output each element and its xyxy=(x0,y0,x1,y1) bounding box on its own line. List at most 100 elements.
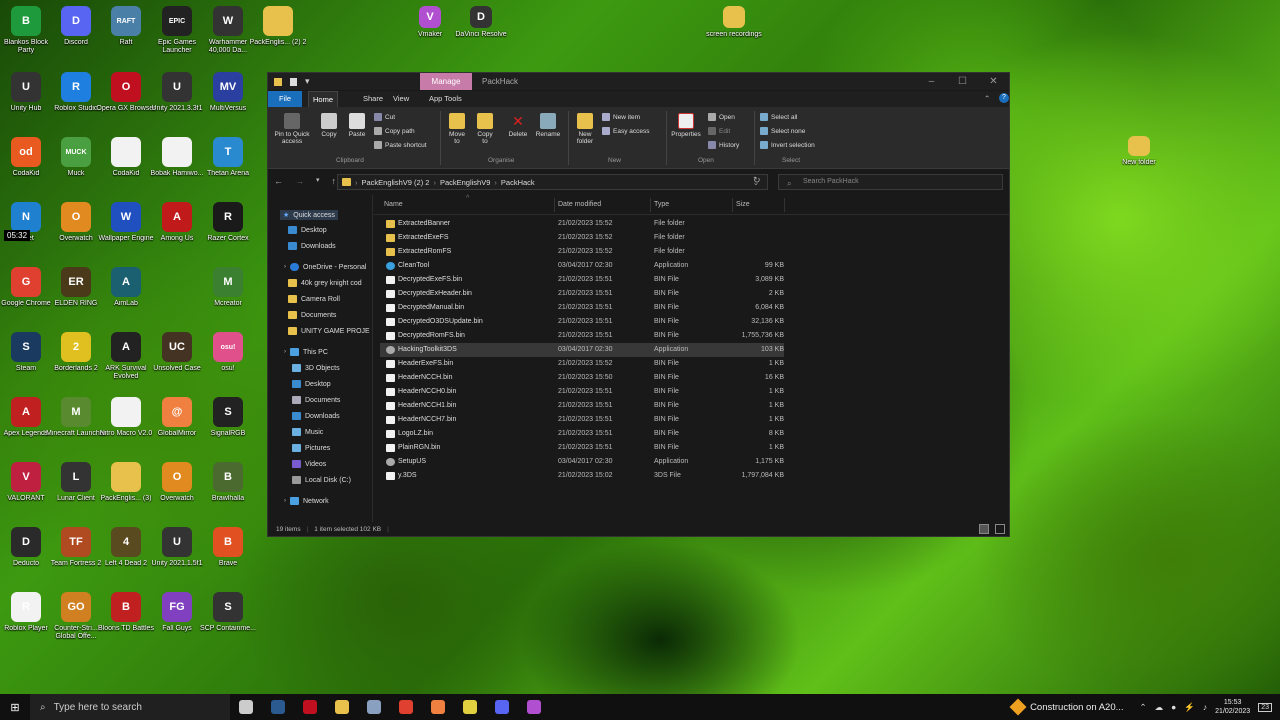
nav-item-desktop[interactable]: Desktop xyxy=(288,226,327,234)
file-row[interactable]: ExtractedExeFS 21/02/2023 15:52 File folde… xyxy=(380,231,784,245)
desktop-icon[interactable]: osu! osu! xyxy=(199,332,257,396)
desktop-icon[interactable]: U Unity 2021.3.3f1 xyxy=(148,72,206,136)
desktop-icon[interactable]: Bobak Hamiwo... xyxy=(148,137,206,201)
forward-arrow-icon[interactable]: → xyxy=(295,176,304,186)
taskbar-lemon[interactable] xyxy=(454,694,486,720)
desktop-icon[interactable]: O Overwatch xyxy=(148,462,206,526)
desktop-icon[interactable]: T Thetan Arena xyxy=(199,137,257,201)
file-row[interactable]: DecryptedExeFS.bin 21/02/2023 15:51 BIN Fi… xyxy=(380,273,784,287)
help-icon[interactable]: ? xyxy=(999,93,1009,103)
nav-network[interactable]: › Network xyxy=(284,497,329,505)
taskbar-discord[interactable] xyxy=(486,694,518,720)
taskbar-steam[interactable] xyxy=(262,694,294,720)
nav-item[interactable]: Local Disk (C:) xyxy=(292,476,351,484)
paste-button[interactable]: Paste xyxy=(346,113,368,138)
tab-app-tools[interactable]: App Tools xyxy=(429,94,462,103)
nav-item[interactable]: Documents xyxy=(292,396,340,404)
nav-item[interactable]: Downloads xyxy=(292,412,340,420)
column-divider[interactable] xyxy=(784,198,785,212)
select-all-button[interactable]: Select all xyxy=(760,113,797,121)
desktop-icon[interactable]: 4 Left 4 Dead 2 xyxy=(97,527,155,591)
nav-item-folder[interactable]: Camera Roll xyxy=(288,295,340,303)
desktop-icon[interactable]: S SignalRGB xyxy=(199,397,257,461)
select-none-button[interactable]: Select none xyxy=(760,127,805,135)
copy-path-button[interactable]: Copy path xyxy=(374,127,415,135)
file-row[interactable]: HeaderNCCH.bin 21/02/2023 15:50 BIN File 16… xyxy=(380,371,784,385)
maximize-button[interactable]: ☐ xyxy=(947,73,978,90)
column-name[interactable]: Name xyxy=(384,201,403,208)
nav-item[interactable]: Videos xyxy=(292,460,326,468)
power-icon[interactable]: ⚡ xyxy=(1184,702,1195,713)
desktop-icon[interactable]: B Brawlhalla xyxy=(199,462,257,526)
refresh-icon[interactable]: ↻ xyxy=(753,175,761,186)
new-folder-desktop-icon[interactable]: New folder xyxy=(1110,136,1168,200)
tab-view[interactable]: View xyxy=(393,94,409,103)
nav-item[interactable]: 3D Objects xyxy=(292,364,340,372)
cut-button[interactable]: Cut xyxy=(374,113,395,121)
desktop-icon[interactable]: A Among Us xyxy=(148,202,206,266)
edit-button[interactable]: Edit xyxy=(708,127,730,135)
column-size[interactable]: Size xyxy=(736,201,750,208)
nav-item[interactable]: Desktop xyxy=(292,380,331,388)
file-row[interactable]: HeaderNCCH0.bin 21/02/2023 15:51 BIN File 1… xyxy=(380,385,784,399)
copy-button[interactable]: Copy xyxy=(318,113,340,138)
desktop-icon[interactable]: UC Unsolved Case xyxy=(148,332,206,396)
nav-item-downloads[interactable]: Downloads xyxy=(288,242,336,250)
tab-home[interactable]: Home xyxy=(308,91,338,107)
invert-selection-button[interactable]: Invert selection xyxy=(760,141,815,149)
desktop-icon[interactable]: A AimLab xyxy=(97,267,155,331)
desktop-icon[interactable]: RAFT Raft xyxy=(97,6,155,70)
nav-item-folder[interactable]: UNITY GAME PROJE xyxy=(288,327,370,335)
desktop-icon[interactable]: MV MultiVersus xyxy=(199,72,257,136)
breadcrumb-item[interactable]: PackEnglishV9 xyxy=(440,178,490,187)
file-explorer-window[interactable]: ▾ Manage PackHack – ☐ ✕ Share View App T… xyxy=(267,72,1010,537)
nav-quick-access[interactable]: ★ Quick access xyxy=(280,210,338,220)
nav-this-pc[interactable]: › This PC xyxy=(284,348,328,356)
paste-shortcut-button[interactable]: Paste shortcut xyxy=(374,141,427,149)
file-row[interactable]: ExtractedBanner 21/02/2023 15:52 File fold… xyxy=(380,217,784,231)
desktop-icon[interactable]: PackEnglis... (3) xyxy=(97,462,155,526)
file-row[interactable]: DecryptedO3DSUpdate.bin 21/02/2023 15:51 B… xyxy=(380,315,784,329)
nav-item[interactable]: Music xyxy=(292,428,323,436)
taskbar-chrome[interactable] xyxy=(390,694,422,720)
column-divider[interactable] xyxy=(650,198,651,212)
file-row[interactable]: HackingToolkit3DS 03/04/2017 02:30 Applica… xyxy=(380,343,784,357)
file-row[interactable]: y.3DS 21/02/2023 15:02 3DS File 1,797,084 K… xyxy=(380,469,784,483)
desktop-icon[interactable]: screen recordings xyxy=(705,6,763,70)
nav-item[interactable]: Pictures xyxy=(292,444,330,452)
microphone-icon[interactable]: ● xyxy=(1171,702,1176,712)
save-icon[interactable] xyxy=(290,78,297,86)
copy-to-button[interactable]: Copy to xyxy=(474,113,496,145)
history-button[interactable]: History xyxy=(708,141,739,149)
file-row[interactable]: SetupUS 03/04/2017 02:30 Application 1,175 … xyxy=(380,455,784,469)
taskbar-search[interactable]: ⌕ Type here to search xyxy=(30,694,230,720)
details-view-icon[interactable] xyxy=(979,524,989,534)
desktop-icon[interactable]: CodaKid xyxy=(97,137,155,201)
up-arrow-icon[interactable]: ↑ xyxy=(332,176,337,186)
desktop-icon[interactable]: FG Fall Guys xyxy=(148,592,206,656)
desktop-icon[interactable]: R Razer Cortex xyxy=(199,202,257,266)
network-icon[interactable]: ☁ xyxy=(1155,702,1164,713)
file-row[interactable]: HeaderExeFS.bin 21/02/2023 15:52 BIN File 1… xyxy=(380,357,784,371)
desktop-icon[interactable]: EPIC Epic Games Launcher xyxy=(148,6,206,70)
file-row[interactable]: DecryptedRomFS.bin 21/02/2023 15:51 BIN Fi… xyxy=(380,329,784,343)
properties-button[interactable]: Properties xyxy=(670,113,702,138)
recent-chevron-icon[interactable]: ▾ xyxy=(316,176,320,186)
file-row[interactable]: CleanTool 03/04/2017 02:30 Application 99 K… xyxy=(380,259,784,273)
desktop-icon[interactable]: W Wallpaper Engine xyxy=(97,202,155,266)
collapse-ribbon-icon[interactable]: ⌃ xyxy=(984,94,990,103)
desktop-icon[interactable]: B Bloons TD Battles xyxy=(97,592,155,656)
taskbar-file-explorer[interactable] xyxy=(326,694,358,720)
desktop-icon[interactable]: PackEnglis... (2) 2 xyxy=(249,6,307,70)
pin-quick-access-button[interactable]: Pin to Quick access xyxy=(272,113,312,145)
column-type[interactable]: Type xyxy=(654,201,669,208)
breadcrumb-item[interactable]: PackHack xyxy=(501,178,535,187)
clock[interactable]: 15:53 21/02/2023 xyxy=(1215,698,1250,716)
file-row[interactable]: ExtractedRomFS 21/02/2023 15:52 File folde… xyxy=(380,245,784,259)
taskbar-notepad[interactable] xyxy=(358,694,390,720)
minimize-button[interactable]: – xyxy=(916,73,947,90)
column-divider[interactable] xyxy=(554,198,555,212)
search-input[interactable]: ⌕ Search PackHack xyxy=(778,174,1003,190)
file-row[interactable]: HeaderNCCH7.bin 21/02/2023 15:51 BIN File 1… xyxy=(380,413,784,427)
windows-start-icon[interactable]: ⊞ xyxy=(0,701,30,714)
